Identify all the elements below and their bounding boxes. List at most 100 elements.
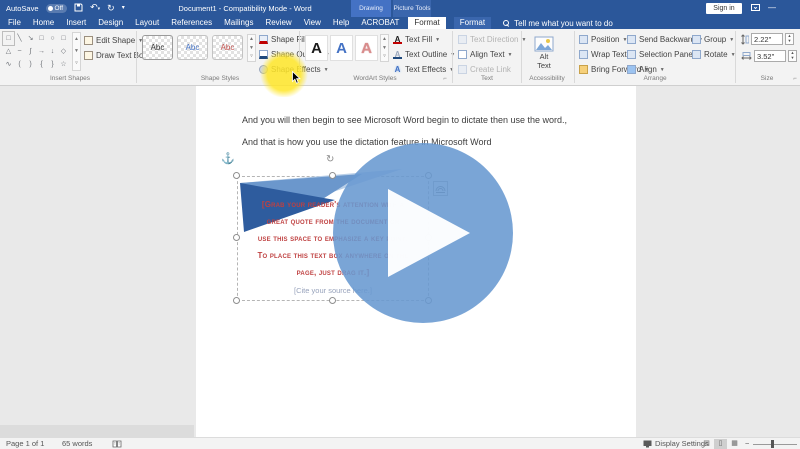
shape-gallery-item[interactable]: } (47, 58, 58, 71)
video-play-button[interactable] (333, 143, 513, 323)
tab-insert[interactable]: Insert (60, 17, 92, 29)
edit-shape-button[interactable]: Edit Shape▼ (84, 34, 143, 47)
wordart-preset-3[interactable]: A (355, 35, 378, 61)
web-layout-view-icon[interactable]: ▦ (728, 439, 741, 449)
paragraph-1[interactable]: And you will then begin to see Microsoft… (242, 115, 567, 125)
group-button[interactable]: Group▼ (692, 33, 734, 46)
step-down-icon[interactable]: ▼ (789, 56, 796, 61)
position-button[interactable]: Position▼ (579, 33, 627, 46)
alt-text-button[interactable]: Alt Text (527, 33, 561, 73)
shape-gallery-item[interactable]: { (36, 58, 47, 71)
rotate-button[interactable]: Rotate▼ (692, 48, 736, 61)
selection-handle[interactable] (233, 297, 240, 304)
page-indicator[interactable]: Page 1 of 1 (6, 438, 44, 449)
selection-handle[interactable] (233, 172, 240, 179)
shape-gallery-item[interactable]: ○ (47, 32, 58, 45)
gallery-more-icon[interactable]: ▿ (381, 52, 388, 61)
status-bar: Page 1 of 1 65 words Display Settings ▤ … (0, 437, 800, 449)
tab-references[interactable]: References (165, 17, 218, 29)
shape-gallery-item[interactable]: → (36, 45, 47, 58)
scroll-down-icon[interactable]: ▼ (248, 44, 255, 53)
display-settings[interactable]: Display Settings (643, 438, 709, 449)
autosave-label: AutoSave (6, 4, 39, 13)
zoom-out-icon[interactable]: − (745, 438, 749, 449)
print-layout-view-icon[interactable]: ▯ (714, 439, 727, 449)
shape-gallery-item[interactable]: ◇ (58, 45, 69, 58)
shape-width-field[interactable]: 3.52" (754, 50, 786, 62)
tab-layout[interactable]: Layout (129, 17, 165, 29)
tab-review[interactable]: Review (259, 17, 297, 29)
read-mode-view-icon[interactable]: ▤ (700, 439, 713, 449)
shape-gallery-item[interactable]: □ (58, 32, 69, 45)
align-text-button[interactable]: Align Text▼ (458, 48, 513, 61)
ribbon-display-options-icon[interactable] (751, 3, 760, 14)
sign-in-button[interactable]: Sign in (706, 3, 742, 14)
shape-height-field[interactable]: 2.22" (751, 33, 783, 45)
text-fill-button[interactable]: AText Fill▼ (393, 33, 440, 46)
shape-gallery-item[interactable]: ) (25, 58, 36, 71)
width-size-row: 3.52" ▲▼ (741, 50, 797, 62)
width-stepper[interactable]: ▲▼ (788, 50, 797, 62)
text-fill-icon: A (393, 35, 402, 44)
word-count[interactable]: 65 words (62, 438, 92, 449)
shape-gallery-item[interactable]: ☆ (58, 58, 69, 71)
tab-design[interactable]: Design (92, 17, 129, 29)
minimize-icon[interactable]: — (768, 3, 776, 12)
anchor-icon: ⚓ (221, 152, 235, 165)
tab-format-drawing[interactable]: Format (408, 17, 445, 29)
selection-handle[interactable] (233, 234, 240, 241)
scroll-down-icon[interactable]: ▼ (73, 45, 80, 57)
scroll-up-icon[interactable]: ▲ (73, 33, 80, 45)
shape-gallery-item[interactable]: ∫ (25, 45, 36, 58)
step-down-icon[interactable]: ▼ (786, 39, 793, 44)
shape-gallery-item[interactable]: ~ (14, 45, 25, 58)
height-stepper[interactable]: ▲▼ (785, 33, 794, 45)
zoom-slider-thumb[interactable] (771, 440, 774, 448)
tab-help[interactable]: Help (327, 17, 355, 29)
autosave-toggle[interactable]: Off (46, 4, 68, 13)
tell-me-search[interactable]: Tell me what you want to do (503, 17, 613, 29)
tab-file[interactable]: File (2, 17, 27, 29)
tab-acrobat[interactable]: ACROBAT (355, 17, 405, 29)
shape-gallery-item[interactable]: ↓ (47, 45, 58, 58)
shape-gallery-item[interactable]: □ (36, 32, 47, 45)
shape-gallery-item[interactable]: △ (3, 45, 14, 58)
save-icon[interactable] (74, 3, 83, 14)
gallery-more-icon[interactable]: ▿ (248, 52, 255, 61)
tab-home[interactable]: Home (27, 17, 60, 29)
wordart-preset-1[interactable]: A (305, 35, 328, 61)
wordart-scrollbar[interactable]: ▲▼▿ (380, 34, 389, 62)
shape-gallery-item[interactable]: □ (3, 32, 14, 45)
undo-icon[interactable]: ↶▾ (90, 3, 100, 14)
wordart-preset-2[interactable]: A (330, 35, 353, 61)
proofing-icon[interactable] (112, 440, 122, 449)
gallery-more-icon[interactable]: ▿ (73, 58, 80, 70)
shape-style-preset-1[interactable]: Abc (142, 35, 173, 60)
scroll-up-icon[interactable]: ▲ (381, 35, 388, 44)
draw-text-box-button[interactable]: Draw Text Box (84, 49, 147, 62)
shape-style-preset-2[interactable]: Abc (177, 35, 208, 60)
customize-qat-icon[interactable]: ▾ (122, 4, 125, 13)
selection-pane-button[interactable]: Selection Pane (627, 48, 693, 61)
shape-styles-scrollbar[interactable]: ▲▼▿ (247, 34, 256, 62)
shape-gallery-item[interactable]: ∿ (3, 58, 14, 71)
group-icon (692, 35, 701, 44)
scroll-down-icon[interactable]: ▼ (381, 44, 388, 53)
shape-gallery-item[interactable]: ╲ (14, 32, 25, 45)
tab-format-picture[interactable]: Format (454, 17, 491, 29)
scroll-up-icon[interactable]: ▲ (248, 35, 255, 44)
zoom-slider-track[interactable] (753, 444, 797, 445)
shape-gallery-item[interactable]: ↘ (25, 32, 36, 45)
shapes-gallery-scrollbar[interactable]: ▲▼▿ (72, 32, 81, 71)
shape-gallery-item[interactable]: ( (14, 58, 25, 71)
ribbon-tab-row: FileHomeInsertDesignLayoutReferencesMail… (0, 17, 800, 29)
tab-view[interactable]: View (298, 17, 327, 29)
text-outline-button[interactable]: AText Outline▼ (393, 48, 455, 61)
shape-effects-icon (259, 65, 268, 74)
group-label-arrange: Arrange (605, 75, 705, 82)
shape-style-preset-3[interactable]: Abc (212, 35, 243, 60)
horizontal-scrollbar[interactable] (0, 425, 194, 437)
size-dialog-launcher-icon[interactable]: ⌐ (791, 75, 799, 83)
redo-icon[interactable]: ↻ (107, 4, 115, 13)
tab-mailings[interactable]: Mailings (218, 17, 259, 29)
